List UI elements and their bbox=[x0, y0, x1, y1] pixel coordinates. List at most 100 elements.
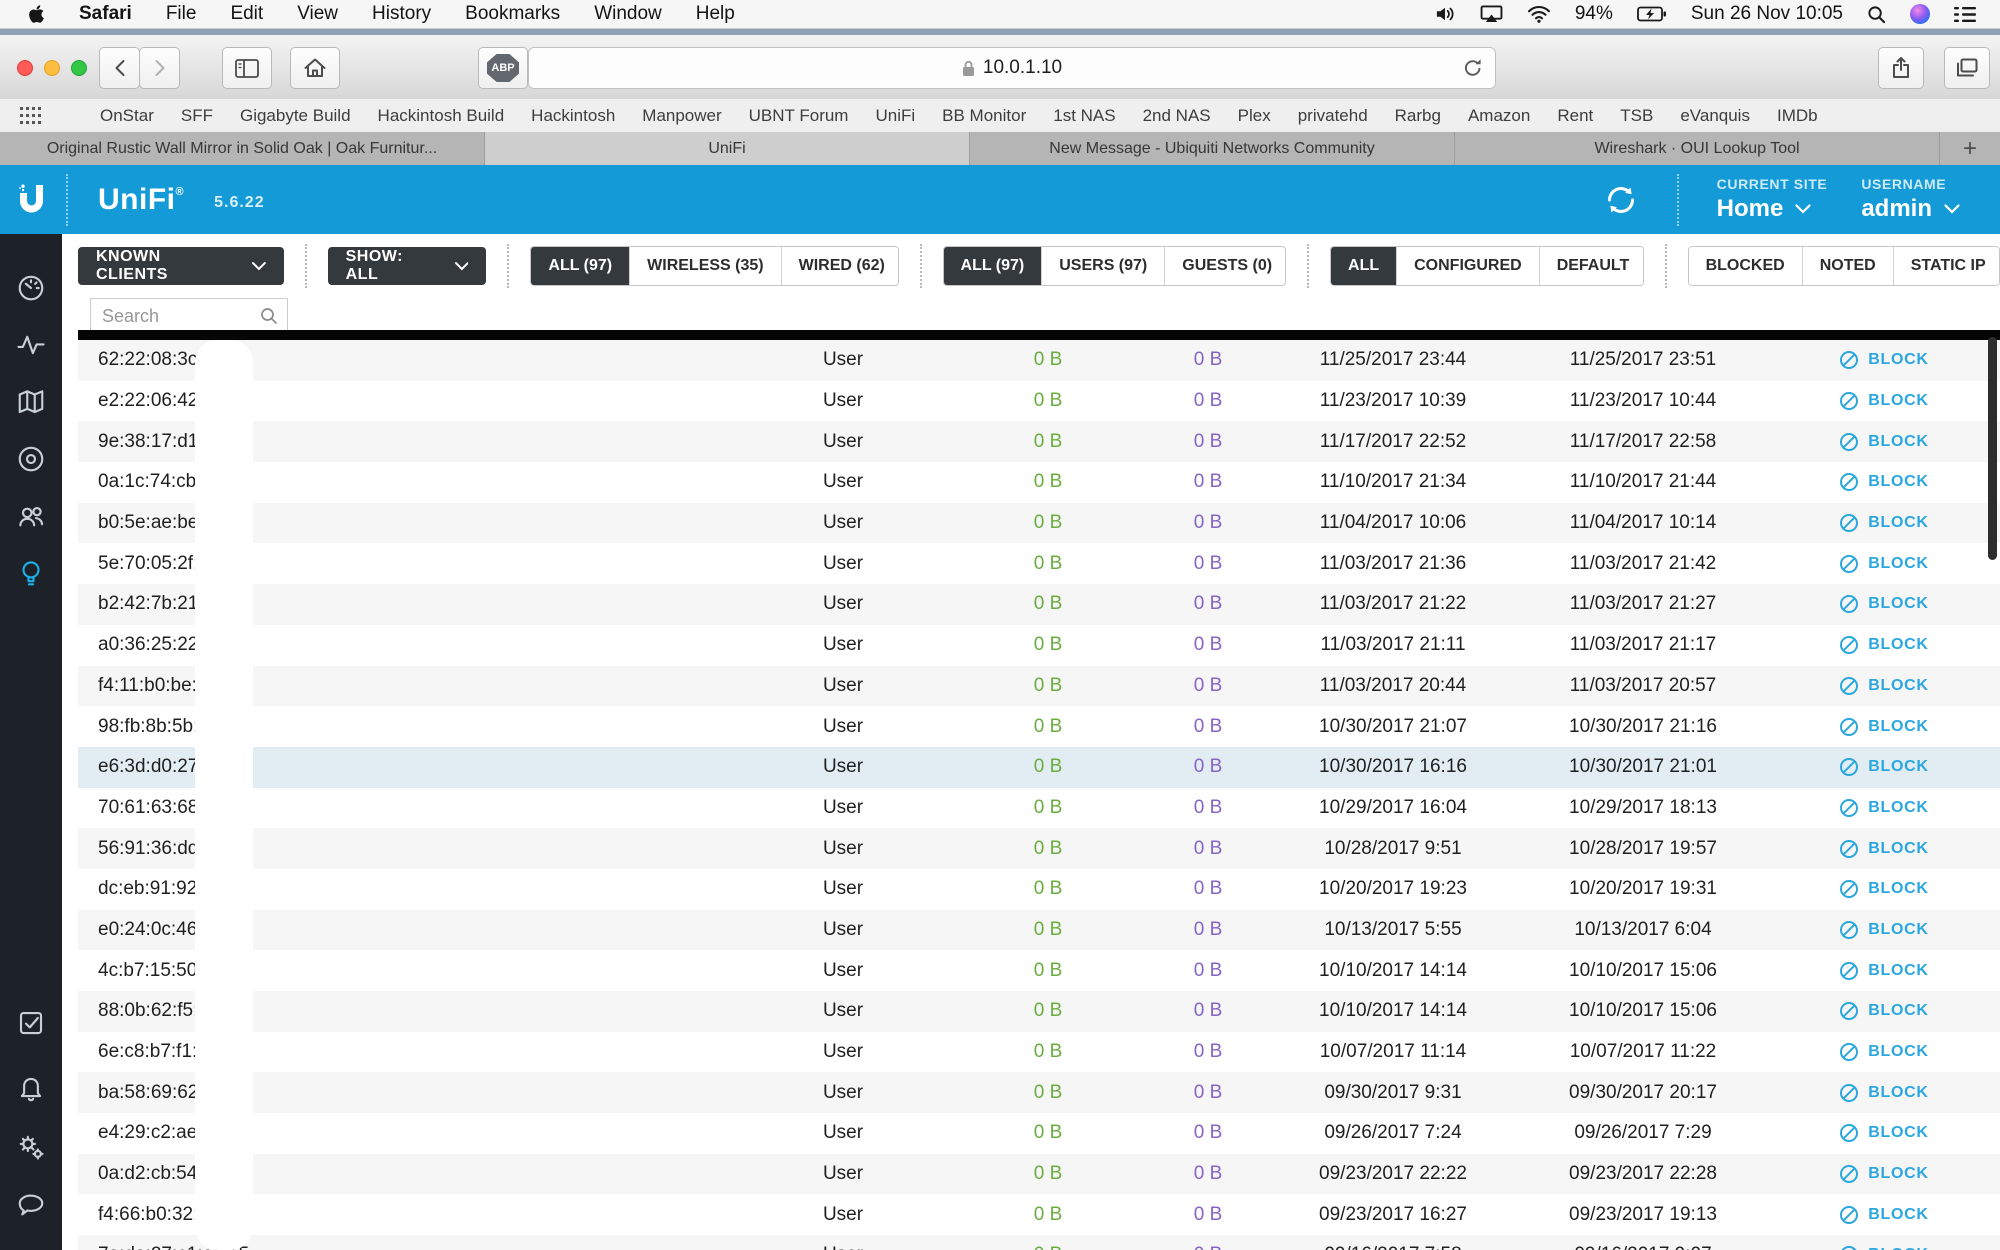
favorites-item[interactable]: 2nd NAS bbox=[1143, 106, 1211, 126]
favorites-item[interactable]: OnStar bbox=[100, 106, 154, 126]
block-button[interactable]: BLOCK bbox=[1768, 350, 2000, 370]
client-mac[interactable]: 88:0b:62:f5:a bbox=[98, 1000, 738, 1022]
filter-option[interactable]: WIRED (62) bbox=[781, 247, 898, 285]
spotlight-icon[interactable] bbox=[1867, 5, 1886, 24]
block-button[interactable]: BLOCK bbox=[1768, 432, 2000, 452]
wifi-icon[interactable] bbox=[1527, 5, 1551, 23]
sidebar-item-map[interactable] bbox=[0, 382, 62, 422]
show-dropdown[interactable]: SHOW: ALL bbox=[327, 247, 487, 285]
favorites-item[interactable]: privatehd bbox=[1298, 106, 1368, 126]
table-row[interactable]: 5e:70:05:2f:1 User 0 B 0 B 11/03/2017 21… bbox=[78, 543, 2000, 584]
reload-icon[interactable] bbox=[1463, 57, 1483, 79]
table-row[interactable]: 0a:1c:74:cb:6 User 0 B 0 B 11/10/2017 21… bbox=[78, 462, 2000, 503]
menu-clock[interactable]: Sun 26 Nov 10:05 bbox=[1691, 3, 1843, 25]
table-row[interactable]: f4:66:b0:32:9 User 0 B 0 B 09/23/2017 16… bbox=[78, 1194, 2000, 1235]
client-mac[interactable]: 62:22:08:3c: bbox=[98, 349, 738, 371]
client-mac[interactable]: 0a:1c:74:cb:6 bbox=[98, 471, 738, 493]
sidebar-toggle-button[interactable] bbox=[222, 47, 272, 89]
block-button[interactable]: BLOCK bbox=[1768, 635, 2000, 655]
table-row[interactable]: e6:3d:d0:27: User 0 B 0 B 10/30/2017 16:… bbox=[78, 746, 2000, 788]
filter-option[interactable]: NOTED bbox=[1802, 247, 1894, 285]
browser-tab[interactable]: UniFi bbox=[485, 132, 970, 165]
block-button[interactable]: BLOCK bbox=[1768, 594, 2000, 614]
block-button[interactable]: BLOCK bbox=[1768, 1001, 2000, 1021]
sidebar-item-settings[interactable] bbox=[0, 1127, 62, 1167]
share-button[interactable] bbox=[1878, 47, 1924, 89]
new-tab-button[interactable]: + bbox=[1940, 132, 2000, 165]
client-mac[interactable]: 5e:70:05:2f:1 bbox=[98, 553, 738, 575]
apple-menu-icon[interactable] bbox=[28, 4, 45, 24]
client-mac[interactable]: 7a:da:27:c1:ca:15 bbox=[98, 1244, 738, 1250]
menu-item-safari[interactable]: Safari bbox=[79, 3, 132, 25]
block-button[interactable]: BLOCK bbox=[1768, 879, 2000, 899]
airplay-icon[interactable] bbox=[1480, 5, 1503, 23]
menu-item-history[interactable]: History bbox=[372, 3, 431, 25]
client-mac[interactable]: e2:22:06:42: bbox=[98, 390, 738, 412]
block-button[interactable]: BLOCK bbox=[1768, 513, 2000, 533]
favorites-item[interactable]: TSB bbox=[1620, 106, 1653, 126]
menu-item-help[interactable]: Help bbox=[696, 3, 735, 25]
browser-tab[interactable]: Original Rustic Wall Mirror in Solid Oak… bbox=[0, 132, 485, 165]
block-button[interactable]: BLOCK bbox=[1768, 391, 2000, 411]
sidebar-item-events[interactable] bbox=[0, 1003, 62, 1043]
client-mac[interactable]: f4:11:b0:be:7 bbox=[98, 675, 738, 697]
client-mac[interactable]: f4:66:b0:32:9 bbox=[98, 1204, 738, 1226]
block-button[interactable]: BLOCK bbox=[1768, 1245, 2000, 1250]
client-mac[interactable]: e4:29:c2:ae:a bbox=[98, 1122, 738, 1144]
filter-option[interactable]: DEFAULT bbox=[1539, 247, 1643, 285]
client-mac[interactable]: 4c:b7:15:50:2 bbox=[98, 960, 738, 982]
table-row[interactable]: b0:5e:ae:be:c User 0 B 0 B 11/04/2017 10… bbox=[78, 502, 2000, 544]
table-row[interactable]: ba:58:69:62:1 User 0 B 0 B 09/30/2017 9:… bbox=[78, 1072, 2000, 1114]
block-button[interactable]: BLOCK bbox=[1768, 961, 2000, 981]
menu-item-file[interactable]: File bbox=[166, 3, 197, 25]
filter-option[interactable]: ALL (97) bbox=[531, 247, 631, 285]
client-mac[interactable]: dc:eb:91:92:f bbox=[98, 878, 738, 900]
client-mac[interactable]: 56:91:36:dd:f bbox=[98, 838, 738, 860]
favorites-item[interactable]: Amazon bbox=[1468, 106, 1530, 126]
table-row[interactable]: a0:36:25:22:b User 0 B 0 B 11/03/2017 21… bbox=[78, 625, 2000, 666]
favorites-item[interactable]: Hackintosh Build bbox=[378, 106, 505, 126]
block-button[interactable]: BLOCK bbox=[1768, 1042, 2000, 1062]
sidebar-item-dashboard[interactable] bbox=[0, 268, 62, 308]
favorites-item[interactable]: Gigabyte Build bbox=[240, 106, 351, 126]
menu-item-view[interactable]: View bbox=[297, 3, 338, 25]
sidebar-item-statistics[interactable] bbox=[0, 325, 62, 365]
favorites-item[interactable]: eVanquis bbox=[1680, 106, 1750, 126]
filter-option[interactable]: STATIC IP bbox=[1893, 247, 1999, 285]
minimize-window-button[interactable] bbox=[44, 60, 60, 76]
table-row[interactable]: b2:42:7b:21:4 User 0 B 0 B 11/03/2017 21… bbox=[78, 584, 2000, 625]
bookmarks-grid-icon[interactable] bbox=[20, 107, 42, 124]
block-button[interactable]: BLOCK bbox=[1768, 1164, 2000, 1184]
client-mac[interactable]: 9e:38:17:d1:1 bbox=[98, 431, 738, 453]
table-row[interactable]: e4:29:c2:ae:a User 0 B 0 B 09/26/2017 7:… bbox=[78, 1113, 2000, 1154]
forward-button[interactable] bbox=[139, 47, 180, 89]
ubiquiti-logo-icon[interactable] bbox=[0, 178, 62, 222]
siri-icon[interactable] bbox=[1910, 4, 1930, 24]
table-row[interactable]: 6e:c8:b7:f1:f2 User 0 B 0 B 10/07/2017 1… bbox=[78, 1032, 2000, 1073]
filter-option[interactable]: GUESTS (0) bbox=[1165, 247, 1286, 285]
block-button[interactable]: BLOCK bbox=[1768, 1205, 2000, 1225]
volume-icon[interactable] bbox=[1434, 5, 1456, 23]
adblock-extension-button[interactable]: ABP bbox=[478, 47, 528, 89]
favorites-item[interactable]: Plex bbox=[1238, 106, 1271, 126]
block-button[interactable]: BLOCK bbox=[1768, 798, 2000, 818]
notification-center-icon[interactable] bbox=[1954, 6, 1976, 23]
filter-option[interactable]: USERS (97) bbox=[1042, 247, 1166, 285]
table-row[interactable]: 70:61:63:68: User 0 B 0 B 10/29/2017 16:… bbox=[78, 788, 2000, 829]
favorites-item[interactable]: Manpower bbox=[642, 106, 721, 126]
table-row[interactable]: e2:22:06:42: User 0 B 0 B 11/23/2017 10:… bbox=[78, 381, 2000, 422]
back-button[interactable] bbox=[99, 47, 140, 89]
menu-item-bookmarks[interactable]: Bookmarks bbox=[465, 3, 560, 25]
table-row[interactable]: 7a:da:27:c1:ca:15 User 0 B 0 B 09/16/201… bbox=[78, 1235, 2000, 1250]
refresh-icon[interactable] bbox=[1603, 182, 1639, 218]
block-button[interactable]: BLOCK bbox=[1768, 839, 2000, 859]
menu-item-edit[interactable]: Edit bbox=[230, 3, 263, 25]
client-mac[interactable]: ba:58:69:62:1 bbox=[98, 1082, 738, 1104]
block-button[interactable]: BLOCK bbox=[1768, 472, 2000, 492]
username-selector[interactable]: USERNAME admin bbox=[1861, 176, 1960, 223]
client-mac[interactable]: a0:36:25:22:b bbox=[98, 634, 738, 656]
favorites-item[interactable]: Rarbg bbox=[1395, 106, 1441, 126]
table-row[interactable]: 4c:b7:15:50:2 User 0 B 0 B 10/10/2017 14… bbox=[78, 950, 2000, 991]
block-button[interactable]: BLOCK bbox=[1768, 554, 2000, 574]
client-mac[interactable]: b2:42:7b:21:4 bbox=[98, 593, 738, 615]
